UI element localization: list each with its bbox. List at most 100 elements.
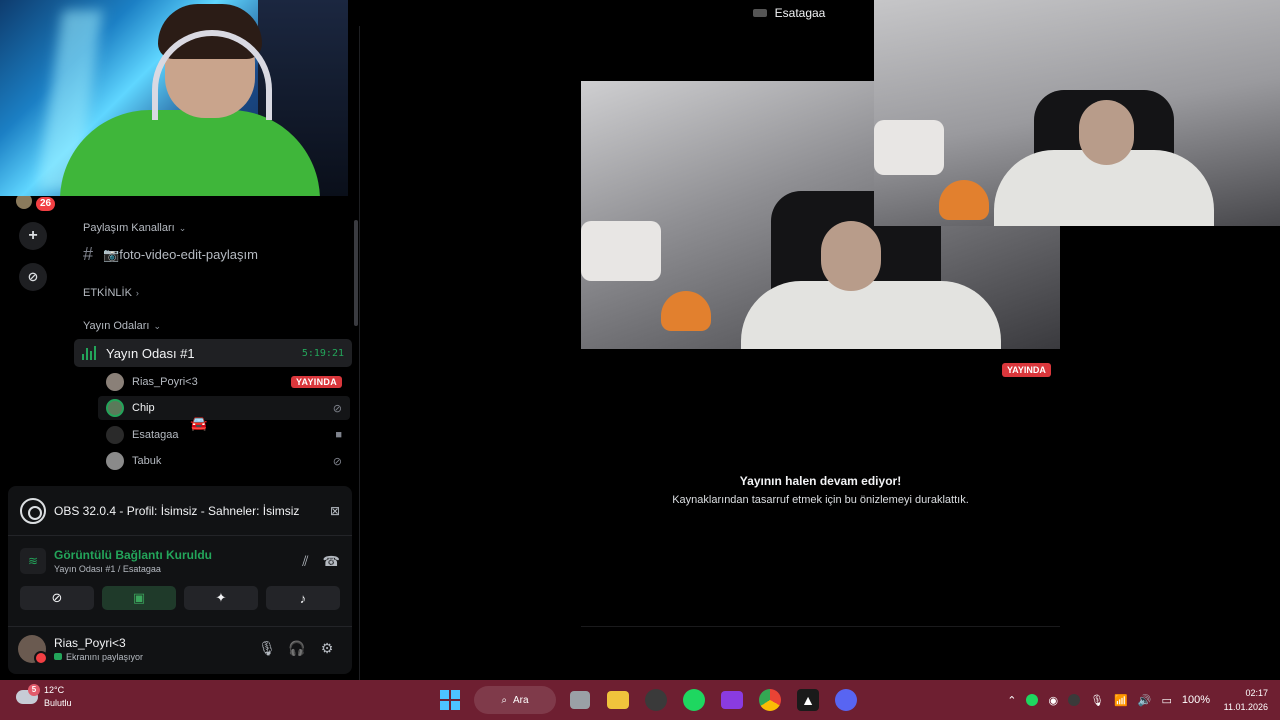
headphones-icon[interactable]: 🎧 [282, 640, 312, 657]
weather-badge: 5 [28, 684, 40, 696]
screen-share-icon: ▣ [132, 590, 146, 605]
wifi-icon[interactable]: 📶 [1114, 694, 1128, 707]
pillow [874, 120, 944, 175]
voice-channel-name: Yayın Odası #1 [106, 345, 195, 361]
hash-icon: # [83, 244, 94, 264]
chevron-down-icon: ⌄ [178, 222, 187, 233]
divider [359, 26, 360, 680]
voice-channel[interactable]: Yayın Odası #1 5:19:21 [74, 339, 352, 367]
category-events[interactable]: ETKİNLİK › [83, 287, 139, 299]
system-tray: ⌃ ◉ 🎙 📶 🔊 ▭ 100% [1007, 680, 1210, 720]
deafen-icon: ⊘ [332, 455, 342, 468]
category-share[interactable]: Paylaşım Kanalları ⌄ [83, 222, 186, 234]
gear-icon[interactable]: ⚙ [312, 640, 342, 657]
plus-icon: + [28, 227, 38, 244]
server-rail: 26 + ⊘ [0, 193, 66, 486]
search-label: Ara [513, 694, 529, 706]
chevron-up-icon[interactable]: ⌃ [1007, 694, 1016, 707]
weather-text: 12°C Bulutlu [44, 684, 72, 710]
live-badge: YAYINDA [1002, 363, 1051, 377]
voice-panel: OBS 32.0.4 - Profil: İsimsiz - Sahneler:… [8, 486, 352, 674]
avatar [106, 426, 124, 444]
voice-user-name: Tabuk [132, 455, 162, 467]
signal-icon: ≋ [20, 548, 46, 574]
notification-badge: 26 [36, 197, 56, 211]
divider [581, 626, 1060, 627]
add-server-button[interactable]: + [19, 222, 47, 250]
webcam-overlay-right [874, 0, 1280, 226]
voice-channel-timer: 5:19:21 [301, 347, 344, 359]
microphone-icon[interactable]: 🎙 [252, 640, 282, 657]
soundboard-icon: ♪ [299, 590, 307, 606]
voice-user[interactable]: Rias_Poyri<3 YAYINDA [98, 370, 350, 394]
weather-widget[interactable]: 5 12°C Bulutlu [16, 684, 72, 710]
battery-percent: 100% [1181, 694, 1210, 706]
noise-suppression-icon[interactable]: ⫽ [302, 553, 308, 570]
discover-button[interactable]: ⊘ [19, 263, 47, 291]
chrome-icon[interactable] [759, 689, 781, 711]
voice-user-name: Esatagaa [132, 429, 179, 441]
discord-icon[interactable] [835, 689, 857, 711]
connection-sub: Yayın Odası #1 / Esatagaa [54, 564, 161, 574]
spotify-tray-icon[interactable] [1026, 694, 1039, 706]
camera-toggle-button[interactable]: ⊘ [20, 586, 94, 610]
category-label: ETKİNLİK [83, 287, 132, 299]
battery-icon[interactable]: ▭ [1161, 694, 1171, 707]
taskbar: 5 12°C Bulutlu ⌕ Ara ▲ ⌃ ◉ 🎙 📶 🔊 ▭ 100% [0, 680, 1280, 720]
volume-icon[interactable]: 🔊 [1138, 694, 1152, 707]
task-view-icon[interactable] [570, 691, 590, 709]
screen-share-icon[interactable]: ⊠ [330, 504, 340, 518]
weather-desc: Bulutlu [44, 698, 72, 708]
screen-icon [54, 653, 62, 660]
spotify-icon[interactable] [683, 689, 705, 711]
connection-text[interactable]: Görüntülü Bağlantı Kuruldu Yayın Odası #… [54, 548, 288, 574]
avatar [106, 452, 124, 470]
microphone-icon[interactable]: 🎙 [1090, 694, 1104, 707]
file-explorer-icon[interactable] [607, 691, 629, 709]
server-item[interactable]: 26 [16, 193, 56, 211]
disconnect-icon[interactable]: ☎ [323, 553, 340, 570]
app-tray-icon[interactable] [1068, 694, 1081, 706]
paused-subtitle: Kaynaklarından tasarruf etmek için bu ön… [672, 494, 969, 506]
category-voice[interactable]: Yayın Odaları ⌄ [83, 320, 161, 332]
media-app-icon[interactable] [721, 691, 743, 709]
user-status-text: Ekranını paylaşıyor [66, 651, 144, 662]
category-label: Yayın Odaları [83, 320, 150, 332]
person-body [741, 281, 1001, 349]
server-icon [752, 9, 767, 17]
activity-row[interactable]: OBS 32.0.4 - Profil: İsimsiz - Sahneler:… [8, 486, 352, 536]
chevron-down-icon: ⌄ [153, 320, 161, 331]
voice-user[interactable]: Esatagaa ■ [98, 423, 350, 447]
compass-icon: ⊘ [27, 269, 39, 284]
app-icon[interactable]: ▲ [797, 689, 819, 711]
search-icon: ⌕ [501, 694, 508, 706]
voice-user-name: Rias_Poyri<3 [132, 376, 198, 388]
steam-icon[interactable]: ◉ [1048, 694, 1058, 707]
media-controls: ⊘ ▣ ✦ ♪ [20, 586, 340, 610]
camera-icon: ■ [335, 429, 342, 441]
user-status: Ekranını paylaşıyor [54, 652, 252, 662]
window-title: Esatagaa [774, 6, 826, 20]
voice-user[interactable]: Chip ⊘ [98, 396, 350, 420]
screen-share-button[interactable]: ▣ [102, 586, 176, 610]
start-button[interactable] [436, 686, 464, 714]
activities-button[interactable]: ✦ [184, 586, 258, 610]
avatar[interactable] [18, 634, 48, 665]
clock[interactable]: 02:17 11.01.2026 [1224, 686, 1268, 714]
webcam-overlay [0, 0, 348, 196]
windows-icon [440, 690, 460, 710]
weather-temp: 12°C [44, 685, 65, 695]
pillow [581, 221, 661, 281]
person-head [1079, 100, 1134, 165]
obs-icon[interactable] [645, 689, 667, 711]
clock-date: 11.01.2026 [1223, 702, 1268, 712]
activity-text: OBS 32.0.4 - Profil: İsimsiz - Sahneler:… [54, 503, 300, 518]
search-button[interactable]: ⌕ Ara [474, 686, 556, 714]
text-channel[interactable]: # 📷foto-video-edit-paylaşım [83, 244, 258, 265]
scrollbar[interactable] [354, 220, 358, 326]
camera-off-icon: ⊘ [332, 402, 342, 415]
soundboard-button[interactable]: ♪ [266, 586, 340, 610]
user-info[interactable]: Rias_Poyri<3 Ekranını paylaşıyor [54, 636, 252, 662]
avatar [106, 399, 124, 417]
voice-user[interactable]: Tabuk ⊘ [98, 449, 350, 473]
